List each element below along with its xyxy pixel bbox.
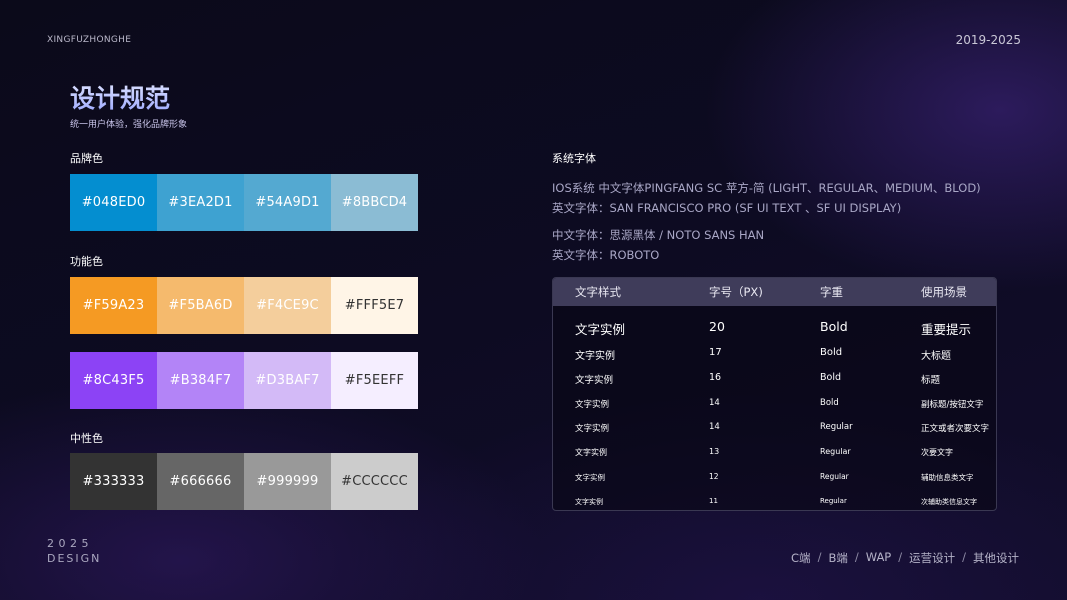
cell-weight: Bold xyxy=(820,398,839,408)
color-swatch: #999999 xyxy=(244,453,331,510)
cell-usage: 大标题 xyxy=(921,351,951,362)
nav-separator: / xyxy=(854,550,859,564)
footer-nav-item[interactable]: B端 xyxy=(828,550,847,566)
page-title: 设计规范 xyxy=(70,79,170,115)
header-usage: 使用场景 xyxy=(921,285,967,299)
cell-weight: Bold xyxy=(820,319,848,334)
table-row: 文字实例 12 Regular 辅助信息类文字 xyxy=(553,472,996,486)
cell-weight: Regular xyxy=(820,497,847,505)
cell-weight: Regular xyxy=(820,447,851,456)
color-swatch: #D3BAF7 xyxy=(244,352,331,409)
neutral-color-row: #333333 #666666 #999999 #CCCCCC xyxy=(70,453,418,510)
cell-sample: 文字实例 xyxy=(575,375,614,386)
cell-usage: 次要文字 xyxy=(921,448,953,457)
function-color-row-orange: #F59A23 #F5BA6D #F4CE9C #FFF5E7 xyxy=(70,277,418,334)
table-body: 文字实例 20 Bold 重要提示 文字实例 17 Bold 大标题 文字实例 16 Bold 标题文… xyxy=(553,306,996,510)
brand-name: XINGFUZHONGHE xyxy=(47,35,132,45)
color-swatch: #F5BA6D xyxy=(157,277,244,334)
ios-en-font-line: 英文字体：SAN FRANCISCO PRO (SF UI TEXT 、SF U… xyxy=(552,201,902,215)
cell-weight: Regular xyxy=(820,422,853,432)
color-swatch: #048ED0 xyxy=(70,174,157,231)
cell-usage: 次辅助类信息文字 xyxy=(921,498,977,506)
brand-color-label: 品牌色 xyxy=(70,152,103,165)
nav-separator: / xyxy=(898,550,903,564)
function-color-label: 功能色 xyxy=(70,255,103,268)
year-range: 2019-2025 xyxy=(955,33,1021,47)
cell-sample: 文字实例 xyxy=(575,498,603,506)
android-cn-font-line: 中文字体：思源黑体 / NOTO SANS HAN xyxy=(552,228,765,242)
android-en-font-line: 英文字体：ROBOTO xyxy=(552,248,660,262)
type-scale-table: 文字样式 字号（PX) 字重 使用场景 文字实例 20 Bold 重要提示 文字实例 17… xyxy=(552,277,997,511)
footer-design: DESIGN xyxy=(47,552,102,565)
color-swatch: #FFF5E7 xyxy=(331,277,418,334)
color-swatch: #F59A23 xyxy=(70,277,157,334)
cell-usage: 正文或者次要文字 xyxy=(921,424,990,434)
cell-size: 16 xyxy=(709,372,722,383)
color-swatch: #333333 xyxy=(70,453,157,510)
nav-separator: / xyxy=(962,550,966,564)
header-style: 文字样式 xyxy=(575,285,621,299)
footer-nav-item[interactable]: 其他设计 xyxy=(973,550,1019,566)
neutral-color-label: 中性色 xyxy=(70,432,103,445)
cell-weight: Bold xyxy=(820,347,843,358)
cell-usage: 重要提示 xyxy=(921,322,972,337)
function-color-row-purple: #8C43F5 #B384F7 #D3BAF7 #F5EEFF xyxy=(70,352,418,409)
cell-size: 14 xyxy=(709,422,720,432)
cell-size: 13 xyxy=(709,447,720,456)
footer-nav-item[interactable]: WAP xyxy=(866,550,892,566)
cell-size: 11 xyxy=(709,497,718,505)
color-swatch: #8BBCD4 xyxy=(331,174,418,231)
cell-usage: 辅助信息类文字 xyxy=(921,473,974,482)
system-font-title: 系统字体 xyxy=(552,152,596,165)
header-weight: 字重 xyxy=(820,285,843,299)
color-swatch: #F5EEFF xyxy=(331,352,418,409)
cell-sample: 文字实例 xyxy=(575,448,607,457)
cell-sample: 文字实例 xyxy=(575,322,626,337)
cell-size: 20 xyxy=(709,319,725,334)
footer-year: 2025 xyxy=(47,537,93,550)
color-swatch: #B384F7 xyxy=(157,352,244,409)
color-swatch: #3EA2D1 xyxy=(157,174,244,231)
footer-nav: C端 / B端 / WAP / 运营设计 / 其他设计 xyxy=(791,550,1019,566)
table-header: 文字样式 字号（PX) 字重 使用场景 xyxy=(553,278,996,306)
cell-size: 12 xyxy=(709,472,719,481)
color-swatch: #8C43F5 xyxy=(70,352,157,409)
nav-separator: / xyxy=(817,550,822,564)
table-row: 文字实例 20 Bold 重要提示 xyxy=(553,319,996,337)
color-swatch: #CCCCCC xyxy=(331,453,418,510)
color-swatch: #666666 xyxy=(157,453,244,510)
footer-nav-item[interactable]: C端 xyxy=(791,550,811,566)
cell-size: 14 xyxy=(709,398,720,408)
table-row: 文字实例 11 Regular 次辅助类信息文字 xyxy=(553,497,996,510)
footer-nav-item[interactable]: 运营设计 xyxy=(909,550,955,566)
table-row: 文字实例 17 Bold 大标题 xyxy=(553,347,996,362)
table-row: 文字实例 14 Regular 正文或者次要文字 xyxy=(553,422,996,436)
header-size: 字号（PX) xyxy=(709,285,763,299)
cell-usage: 副标题/按钮文字 xyxy=(921,400,984,410)
cell-sample: 文字实例 xyxy=(575,473,605,482)
color-swatch: #54A9D1 xyxy=(244,174,331,231)
cell-sample: 文字实例 xyxy=(575,351,615,362)
color-swatch: #F4CE9C xyxy=(244,277,331,334)
cell-usage: 标题 xyxy=(921,375,941,386)
ios-font-line: IOS系统 中文字体PINGFANG SC 苹方-简 (LIGHT、REGULA… xyxy=(552,181,981,195)
table-row: 文字实例 14 Bold 副标题/按钮文字 xyxy=(553,398,996,412)
table-row: 文字实例 13 Regular 次要文字 xyxy=(553,447,996,461)
cell-weight: Bold xyxy=(820,372,841,383)
page-subtitle: 统一用户体验，强化品牌形象 xyxy=(70,120,188,130)
cell-sample: 文字实例 xyxy=(575,400,610,410)
cell-weight: Regular xyxy=(820,472,849,481)
brand-color-row: #048ED0 #3EA2D1 #54A9D1 #8BBCD4 xyxy=(70,174,418,231)
table-row: 文字实例 16 Bold 标题 xyxy=(553,372,996,386)
cell-sample: 文字实例 xyxy=(575,424,610,434)
cell-size: 17 xyxy=(709,347,722,358)
